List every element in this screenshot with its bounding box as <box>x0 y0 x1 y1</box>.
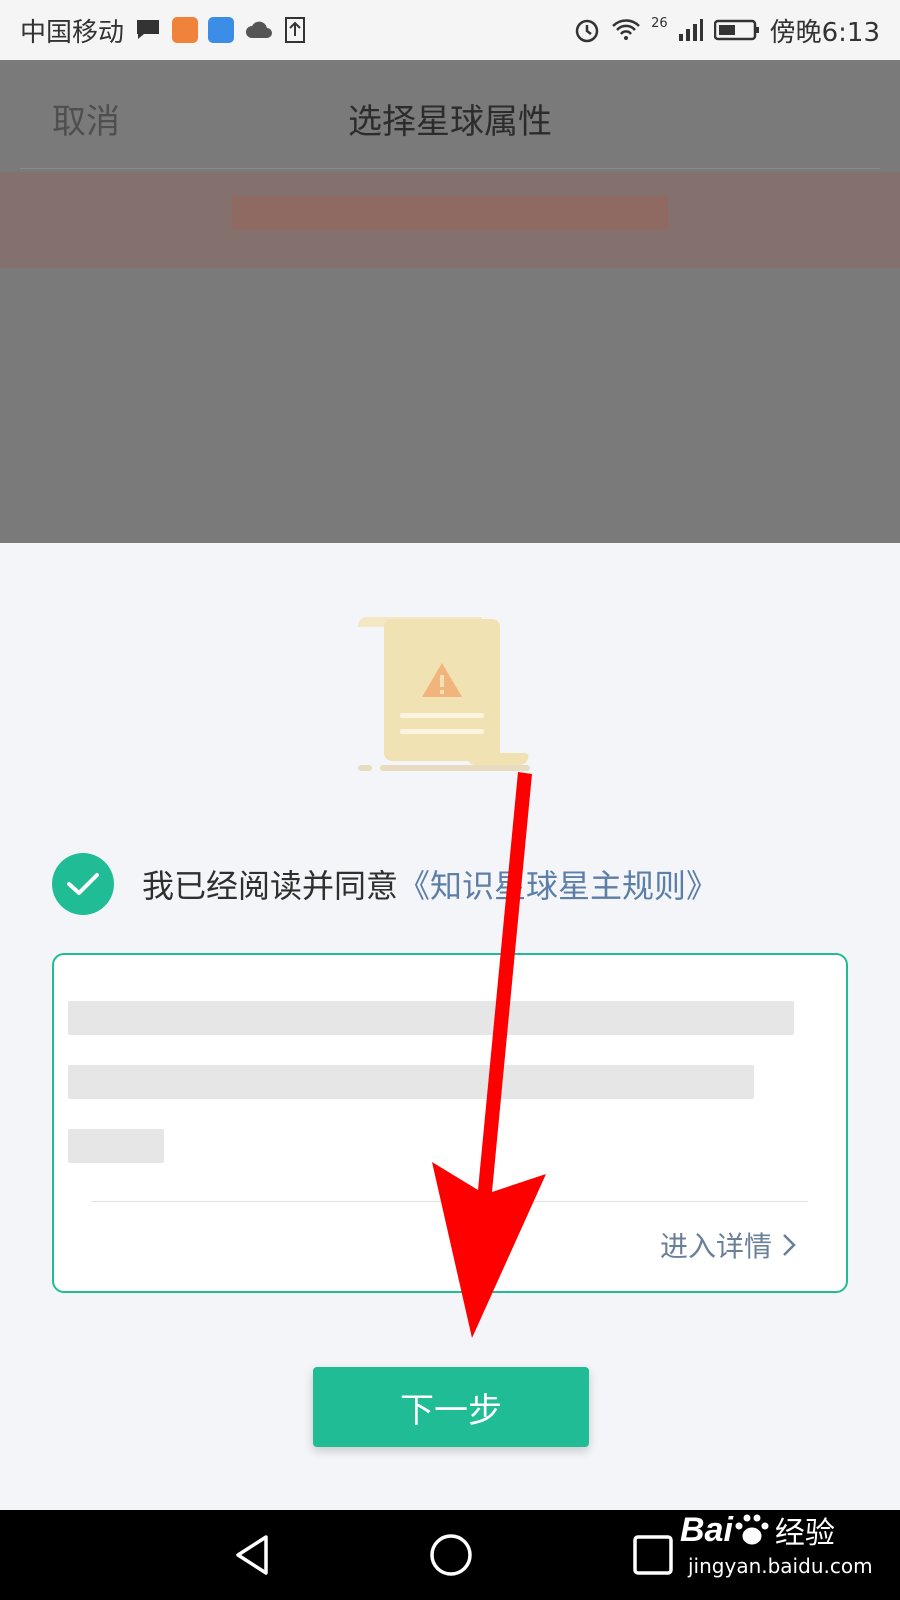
blurred-banner-text <box>232 196 668 230</box>
carrier-label: 中国移动 <box>20 17 125 48</box>
chat-icon <box>137 20 160 39</box>
page-title: 选择星球属性 <box>348 102 552 142</box>
status-bar-right: 26 傍晚6:13 <box>573 12 880 49</box>
checkmark-icon <box>67 873 99 895</box>
clock-label: 傍晚6:13 <box>769 17 880 48</box>
agreement-text: 我已经阅读并同意 <box>142 867 399 905</box>
rules-sheet: 我已经阅读并同意 《知识星球星主规则》 进入详情 下一步 <box>0 543 900 1510</box>
shield-icon <box>208 17 235 43</box>
warning-scroll-icon <box>358 617 530 771</box>
blurred-text-line <box>68 1065 754 1099</box>
rules-summary-card: 进入详情 <box>52 953 848 1293</box>
upload-icon <box>285 17 306 43</box>
status-bar-left: 中国移动 <box>20 12 306 49</box>
chevron-right-icon <box>783 1234 796 1256</box>
paw-logo-icon <box>734 1513 770 1546</box>
back-icon[interactable] <box>230 1532 276 1578</box>
baidu-watermark: Bai 经验 jingyan.baidu.com <box>680 1486 880 1590</box>
next-step-button[interactable]: 下一步 <box>313 1367 589 1447</box>
watermark-suffix: 经验 <box>774 1516 835 1551</box>
notice-banner <box>0 172 900 268</box>
signal-icon <box>678 19 703 41</box>
agree-checkbox[interactable] <box>52 853 114 915</box>
status-bar: 中国移动 26 傍晚6:13 <box>0 0 900 60</box>
view-details-link[interactable]: 进入详情 <box>660 1225 796 1265</box>
network-type-label: 26 <box>651 15 668 31</box>
home-icon[interactable] <box>428 1532 474 1578</box>
blurred-text-line <box>68 1129 164 1163</box>
card-divider <box>92 1201 808 1202</box>
recent-apps-icon[interactable] <box>632 1534 674 1576</box>
alarm-icon <box>575 19 599 43</box>
agreement-row[interactable]: 我已经阅读并同意 《知识星球星主规则》 <box>52 853 718 915</box>
header-divider <box>20 168 880 169</box>
rules-link[interactable]: 《知识星球星主规则》 <box>398 861 718 907</box>
watermark-domain: jingyan.baidu.com <box>688 1554 873 1578</box>
cloud-icon <box>246 21 273 38</box>
wifi-icon <box>612 19 640 40</box>
top-bar: 取消 选择星球属性 <box>0 60 900 170</box>
dimmed-background[interactable]: 取消 选择星球属性 <box>0 60 900 543</box>
view-details-label: 进入详情 <box>659 1230 772 1263</box>
video-app-icon <box>172 17 199 43</box>
blurred-text-line <box>68 1001 794 1035</box>
battery-icon <box>713 19 759 41</box>
watermark-brand: Bai <box>680 1510 733 1549</box>
